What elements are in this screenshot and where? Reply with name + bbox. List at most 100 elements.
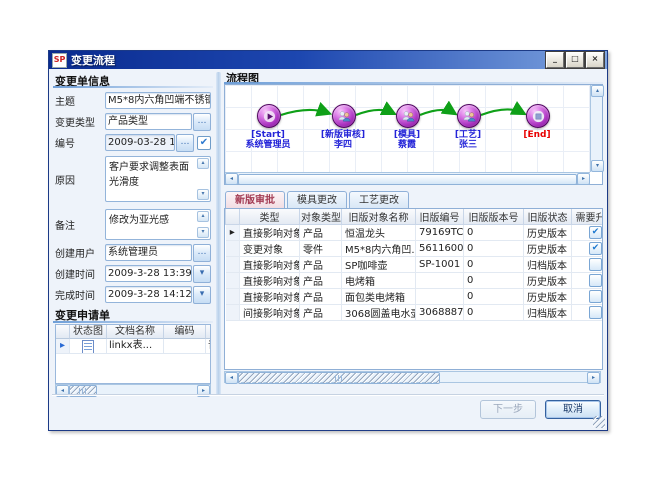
col-need-upgrade[interactable]: 需要升级 [572, 209, 604, 225]
cell-type: 直接影响对象 [240, 225, 300, 241]
col-type[interactable]: 类型 [240, 209, 300, 225]
cell-old-status: 历史版本 [524, 273, 572, 289]
row-indicator [226, 241, 240, 257]
field-remark: 备注 修改为亚光感 ▴ ▾ [55, 209, 211, 240]
col-old-name[interactable]: 旧版对象名称 [342, 209, 416, 225]
table-header-row: 类型 对象类型 旧版对象名称 旧版编号 旧版版本号 旧版状态 需要升级 新版 [226, 209, 604, 225]
flow-node-review[interactable] [332, 104, 356, 128]
flow-node-start[interactable] [257, 104, 281, 128]
tab-new-version-approval[interactable]: 新版审批 [225, 191, 285, 208]
upgrade-checkbox[interactable] [589, 290, 602, 303]
number-label: 编号 [55, 135, 105, 150]
maximize-button[interactable]: □ [566, 52, 584, 68]
field-change-type: 变更类型 产品类型 … [55, 113, 211, 130]
creator-ellipsis-icon[interactable]: … [193, 244, 211, 262]
cell-old-version: 0 [464, 241, 524, 257]
scroll-left-icon[interactable]: ◂ [225, 173, 238, 185]
finish-time-dropdown-icon[interactable]: ▾ [193, 286, 211, 304]
number-ellipsis-icon[interactable]: … [176, 134, 194, 152]
table-row[interactable]: ▸ 直接影响对象 产品 恒温龙头 79169TC 0 历史版本 ✔ [226, 225, 604, 241]
reason-textarea[interactable]: 客户要求调整表面光滑度 ▴ ▾ [105, 156, 211, 202]
cell-object-type: 产品 [300, 289, 342, 305]
change-type-ellipsis-icon[interactable]: … [193, 113, 211, 131]
table-row[interactable]: 直接影响对象 产品 电烤箱 0 历史版本 [226, 273, 604, 289]
flow-node-end[interactable] [526, 104, 550, 128]
tab-mold-change[interactable]: 模具更改 [287, 191, 347, 208]
subject-input[interactable]: M5*8内六角凹端不锈钢紧固螺钉 [105, 92, 211, 109]
vertical-splitter[interactable] [216, 72, 221, 396]
people-icon [337, 109, 352, 124]
close-button[interactable]: × [586, 52, 604, 68]
next-button[interactable]: 下一步 [480, 400, 536, 419]
table-row[interactable]: 直接影响对象 产品 面包类电烤箱 0 历史版本 [226, 289, 604, 305]
field-reason: 原因 客户要求调整表面光滑度 ▴ ▾ [55, 156, 211, 202]
col-doc-name[interactable]: 文档名称 [107, 325, 164, 339]
scrollbar-thumb[interactable] [238, 372, 440, 384]
people-icon [462, 109, 477, 124]
col-status-icon[interactable]: 状态图 [70, 325, 107, 339]
change-type-input[interactable]: 产品类型 [105, 113, 192, 130]
scroll-up-icon[interactable]: ▴ [197, 211, 209, 222]
resize-grip[interactable] [593, 416, 605, 428]
upgrade-checkbox[interactable] [589, 274, 602, 287]
col-old-code[interactable]: 旧版编号 [416, 209, 464, 225]
finish-time-label: 完成时间 [55, 287, 105, 302]
cell-old-name: 面包类电烤箱 [342, 289, 416, 305]
cell-old-code: 3068887 [416, 305, 464, 321]
scroll-down-icon[interactable]: ▾ [591, 160, 604, 172]
flow-hscrollbar[interactable]: ◂ ▸ [225, 172, 590, 184]
request-table-row[interactable]: ▸ linkx表... 普通 [56, 339, 210, 354]
upgrade-checkbox[interactable] [589, 306, 602, 319]
cell-old-code [416, 289, 464, 305]
remark-textarea[interactable]: 修改为亚光感 ▴ ▾ [105, 209, 211, 240]
scroll-up-icon[interactable]: ▴ [197, 158, 209, 169]
cell-old-name: M5*8内六角凹... [342, 241, 416, 257]
scroll-down-icon[interactable]: ▾ [197, 227, 209, 238]
col-code[interactable]: 编码 [164, 325, 206, 339]
cell-old-name: 电烤箱 [342, 273, 416, 289]
creator-input[interactable]: 系统管理员 [105, 244, 192, 261]
flow-node-mold[interactable] [396, 104, 420, 128]
flow-vscrollbar[interactable]: ▴ ▾ [590, 85, 602, 172]
window-title: 变更流程 [71, 52, 544, 68]
create-time-dropdown-icon[interactable]: ▾ [193, 265, 211, 283]
impact-table-hscrollbar[interactable]: ◂ ▸ [224, 371, 601, 383]
table-row[interactable]: 变更对象 零件 M5*8内六角凹... 5611600 0 历史版本 ✔ M5*… [226, 241, 604, 257]
upgrade-checkbox[interactable]: ✔ [589, 242, 602, 255]
number-checkbox[interactable]: ✔ [197, 136, 211, 150]
table-row[interactable]: 直接影响对象 产品 SP咖啡壶 SP-1001 0 归档版本 SP咖 [226, 257, 604, 273]
cell-old-version: 0 [464, 225, 524, 241]
cell-old-code [416, 273, 464, 289]
table-row[interactable]: 间接影响对象 产品 3068圆盖电水壶 3068887 0 归档版本 [226, 305, 604, 321]
col-object-type[interactable]: 对象类型 [300, 209, 342, 225]
flow-node-craft[interactable] [457, 104, 481, 128]
scroll-left-icon[interactable]: ◂ [225, 372, 238, 384]
scroll-right-icon[interactable]: ▸ [577, 173, 590, 185]
scroll-down-icon[interactable]: ▾ [197, 189, 209, 200]
tab-craft-change[interactable]: 工艺更改 [349, 191, 409, 208]
scroll-up-icon[interactable]: ▴ [591, 85, 604, 97]
row-indicator-icon: ▸ [56, 339, 70, 354]
change-process-window: SP 变更流程 _ □ × 变更单信息 主题 M5*8内六角凹端不锈钢紧固螺钉 … [48, 50, 608, 431]
status-cell: 普通 [206, 339, 211, 354]
col-extra [206, 325, 211, 339]
change-request-table: 状态图 文档名称 编码 ▸ linkx表... 普通 [55, 324, 211, 384]
cell-old-status: 历史版本 [524, 241, 572, 257]
create-time-input[interactable]: 2009-3-28 13:39:01 [105, 265, 192, 282]
upgrade-checkbox[interactable] [589, 258, 602, 271]
upgrade-checkbox[interactable]: ✔ [589, 226, 602, 239]
scrollbar-thumb[interactable] [238, 174, 577, 185]
remark-text: 修改为亚光感 [109, 215, 169, 226]
subject-label: 主题 [55, 93, 105, 108]
number-input[interactable]: 2009-03-28 13:39:01 [105, 134, 175, 151]
finish-time-input[interactable]: 2009-3-28 14:12:50 [105, 286, 192, 303]
cell-old-name: 恒温龙头 [342, 225, 416, 241]
scroll-right-icon[interactable]: ▸ [587, 372, 600, 384]
flow-chart-canvas[interactable]: [Start] 系统管理员 [新版审核] 李四 [模具] 蔡霞 [工艺] 张三 [224, 84, 603, 185]
title-bar[interactable]: SP 变更流程 _ □ × [49, 51, 607, 69]
minimize-button[interactable]: _ [546, 52, 564, 68]
node-person: 张三 [426, 140, 510, 150]
col-old-status[interactable]: 旧版状态 [524, 209, 572, 225]
cell-old-name: 3068圆盖电水壶 [342, 305, 416, 321]
col-old-version[interactable]: 旧版版本号 [464, 209, 524, 225]
